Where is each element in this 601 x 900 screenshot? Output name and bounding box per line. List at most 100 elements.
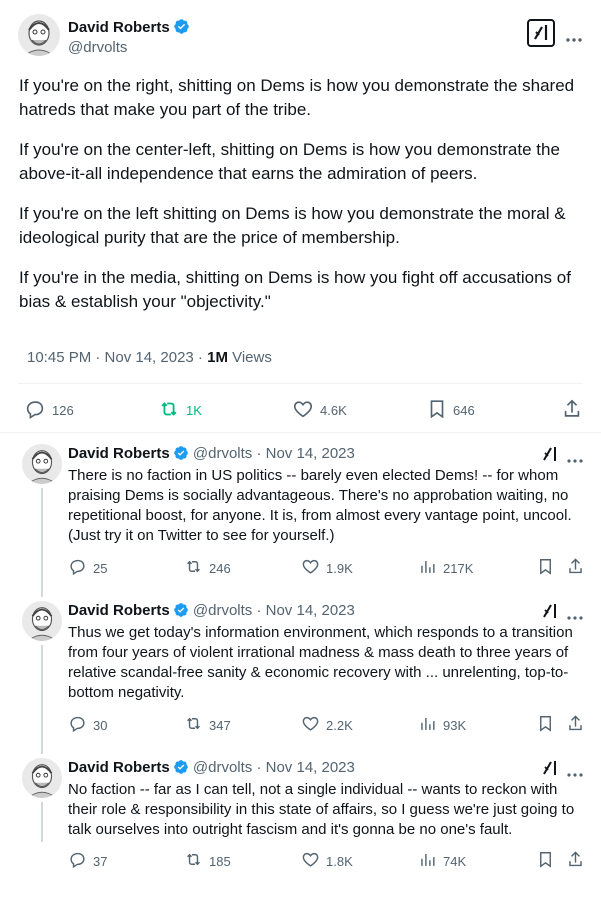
repost-count: 347: [209, 717, 231, 733]
tweet-paragraph: If you're on the center-left, shitting o…: [19, 140, 560, 183]
repost-icon: [184, 714, 203, 736]
main-tweet-text: If you're on the right, shitting on Dems…: [19, 74, 591, 330]
views-label: Views: [227, 349, 272, 366]
main-author-name[interactable]: David Roberts: [68, 19, 170, 36]
reply-text: There is no faction in US politics -- ba…: [68, 467, 572, 544]
bookmark-button[interactable]: [537, 714, 554, 736]
views-icon: [418, 557, 437, 579]
like-count: 2.2K: [326, 717, 353, 733]
share-button[interactable]: [562, 398, 582, 423]
repost-count: 246: [209, 560, 231, 576]
reply-text: Thus we get today's information environm…: [68, 624, 573, 701]
share-icon: [567, 850, 584, 872]
like-icon: [301, 557, 320, 579]
reply-button[interactable]: 37: [68, 850, 107, 872]
tweet-paragraph: If you're on the left shitting on Dems i…: [19, 204, 566, 247]
reply-date[interactable]: · Nov 14, 2023: [256, 445, 354, 462]
reply-text: No faction -- far as I can tell, not a s…: [68, 781, 575, 838]
repost-count: 1K: [186, 403, 202, 418]
share-icon: [562, 398, 582, 423]
reply-button[interactable]: 25: [68, 557, 107, 579]
repost-icon: [184, 557, 203, 579]
verified-badge-icon: [173, 18, 190, 40]
tweet-paragraph: If you're in the media, shitting on Dems…: [19, 268, 571, 311]
share-button[interactable]: [567, 557, 584, 579]
reply-button[interactable]: 30: [68, 714, 107, 736]
like-icon: [301, 850, 320, 872]
repost-button[interactable]: 246: [184, 557, 231, 579]
reply-author-handle[interactable]: @drvolts: [193, 759, 252, 776]
main-author-handle[interactable]: @drvolts: [68, 39, 127, 56]
reply-author-name[interactable]: David Roberts: [68, 602, 170, 619]
reply-count: 30: [93, 717, 108, 733]
views-count: 217K: [443, 560, 474, 576]
like-count: 1.8K: [326, 853, 353, 869]
reply-author-name[interactable]: David Roberts: [68, 445, 170, 462]
reply-author-handle[interactable]: @drvolts: [193, 445, 252, 462]
tweet-timestamp[interactable]: 10:45 PM · Nov 14, 2023 ·: [27, 349, 207, 366]
grok-icon[interactable]: [541, 759, 559, 782]
like-icon: [292, 398, 314, 423]
views-icon: [418, 850, 437, 872]
like-count: 4.6K: [320, 403, 347, 418]
like-button[interactable]: 2.2K: [301, 714, 353, 736]
reply-avatar[interactable]: [22, 444, 62, 484]
verified-badge-icon: [173, 445, 189, 465]
reply-icon: [24, 398, 46, 423]
views-count: 74K: [443, 853, 467, 869]
tweet-paragraph: If you're on the right, shitting on Dems…: [19, 76, 575, 119]
views-icon: [418, 714, 437, 736]
bookmark-icon: [537, 850, 554, 872]
reply-date[interactable]: · Nov 14, 2023: [256, 602, 354, 619]
bookmark-count: 646: [453, 403, 475, 418]
reply-icon: [68, 714, 87, 736]
divider: [18, 383, 583, 384]
repost-button[interactable]: 185: [184, 850, 231, 872]
share-icon: [567, 557, 584, 579]
share-icon: [567, 714, 584, 736]
grok-icon[interactable]: [527, 19, 555, 47]
reply-date[interactable]: · Nov 14, 2023: [256, 759, 354, 776]
reply-count: 25: [93, 560, 108, 576]
like-button[interactable]: 1.8K: [301, 850, 353, 872]
bookmark-icon: [427, 398, 447, 423]
verified-badge-icon: [173, 602, 189, 622]
divider: [0, 432, 601, 433]
thread-line: [41, 488, 43, 597]
main-avatar[interactable]: [18, 14, 60, 56]
reply-author-handle[interactable]: @drvolts: [193, 602, 252, 619]
verified-badge-icon: [173, 759, 189, 779]
views-button[interactable]: 93K: [418, 714, 466, 736]
reply-icon: [68, 557, 87, 579]
grok-icon[interactable]: [541, 445, 559, 468]
thread-line: [41, 802, 43, 842]
like-button[interactable]: 1.9K: [301, 557, 353, 579]
reply-avatar[interactable]: [22, 601, 62, 641]
bookmark-button[interactable]: [537, 850, 554, 872]
more-icon[interactable]: [566, 30, 582, 48]
bookmark-icon: [537, 714, 554, 736]
reply-author-name[interactable]: David Roberts: [68, 759, 170, 776]
bookmark-button[interactable]: 646: [427, 398, 475, 423]
views-count: 1M: [207, 349, 228, 366]
reply-count: 37: [93, 853, 108, 869]
grok-icon[interactable]: [541, 602, 559, 625]
tweet-meta: 10:45 PM · Nov 14, 2023 · 1M Views: [27, 349, 272, 366]
share-button[interactable]: [567, 714, 584, 736]
share-button[interactable]: [567, 850, 584, 872]
reply-button[interactable]: 126: [24, 398, 74, 423]
like-count: 1.9K: [326, 560, 353, 576]
views-button[interactable]: 217K: [418, 557, 473, 579]
reply-icon: [68, 850, 87, 872]
repost-icon: [184, 850, 203, 872]
repost-icon: [158, 398, 180, 423]
bookmark-button[interactable]: [537, 557, 554, 579]
bookmark-icon: [537, 557, 554, 579]
reply-avatar[interactable]: [22, 758, 62, 798]
reply-count: 126: [52, 403, 74, 418]
views-button[interactable]: 74K: [418, 850, 466, 872]
repost-button[interactable]: 1K: [158, 398, 202, 423]
thread-line: [41, 645, 43, 754]
like-button[interactable]: 4.6K: [292, 398, 347, 423]
repost-button[interactable]: 347: [184, 714, 231, 736]
